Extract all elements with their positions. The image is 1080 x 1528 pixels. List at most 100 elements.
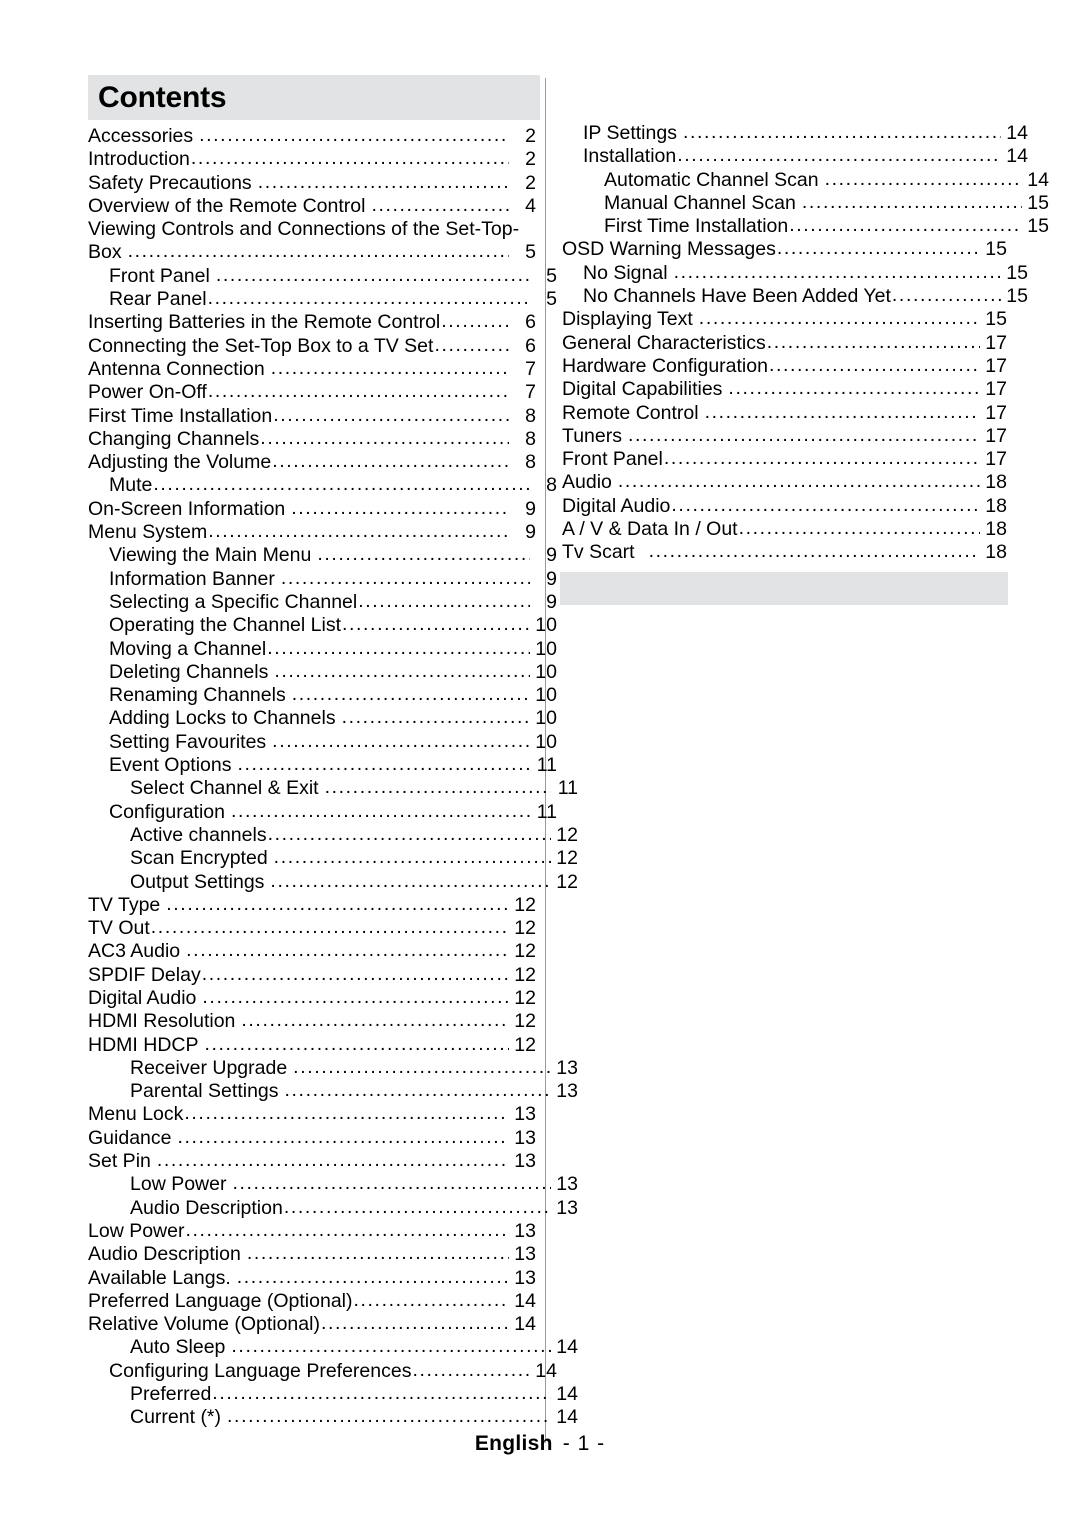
toc-entry[interactable]: Active channels.........................… — [88, 823, 578, 847]
toc-entry[interactable]: Digital Capabilities....................… — [562, 377, 1007, 401]
toc-leader-dots: ........................................… — [284, 1079, 551, 1102]
toc-leader-dots: ........................................… — [324, 776, 551, 799]
toc-entry[interactable]: Safety Precautions......................… — [88, 170, 536, 195]
contents-heading-band: Contents — [88, 75, 540, 120]
toc-entry[interactable]: A / V & Data In / Out...................… — [562, 517, 1007, 541]
toc-entry[interactable]: Audio...................................… — [562, 470, 1007, 494]
toc-entry[interactable]: Audio Description.......................… — [88, 1242, 536, 1266]
toc-entry[interactable]: Configuration...........................… — [88, 800, 557, 824]
toc-entry[interactable]: Overview of the Remote Control..........… — [88, 194, 536, 218]
toc-entry[interactable]: No Signal...............................… — [562, 261, 1028, 285]
toc-entry[interactable]: SPDIF Delay.............................… — [88, 963, 536, 987]
toc-entry[interactable]: Receiver Upgrade........................… — [88, 1056, 578, 1080]
toc-entry[interactable]: AC3 Audio...............................… — [88, 939, 536, 963]
toc-entry-page-number: 5 — [546, 288, 557, 311]
toc-entry[interactable]: Digital Audio...........................… — [88, 985, 536, 1010]
toc-leader-dots: ........................................… — [184, 1102, 509, 1125]
toc-entry[interactable]: Hardware Configuration..................… — [562, 354, 1007, 378]
toc-leader-dots: ........................................… — [212, 1382, 551, 1405]
toc-entry[interactable]: Event Options...........................… — [88, 753, 557, 777]
toc-entry[interactable]: Adjusting the Volume....................… — [88, 450, 536, 474]
toc-left-column: Accessories.............................… — [88, 124, 578, 1430]
toc-entry[interactable]: Configuring Language Preferences........… — [88, 1359, 557, 1383]
toc-entry[interactable]: Inserting Batteries in the Remote Contro… — [88, 310, 536, 334]
toc-leader-dots: ........................................… — [270, 869, 551, 892]
toc-entry[interactable]: Setting Favourites......................… — [88, 730, 557, 754]
toc-entry-title: Displaying Text — [562, 308, 693, 331]
toc-entry[interactable]: HDMI HDCP...............................… — [88, 1033, 536, 1057]
toc-leader-dots: ........................................… — [441, 310, 509, 333]
toc-entry[interactable]: TV Out..................................… — [88, 916, 536, 940]
toc-entry[interactable]: Changing Channels.......................… — [88, 427, 536, 451]
toc-entry[interactable]: Tuners..................................… — [562, 424, 1007, 448]
toc-entry[interactable]: No Channels Have Been Added Yet.........… — [562, 284, 1028, 308]
toc-entry-page-number: 14 — [1006, 122, 1028, 144]
toc-entry[interactable]: IP Settings.............................… — [562, 121, 1028, 145]
toc-entry[interactable]: On-Screen Information...................… — [88, 496, 536, 521]
toc-entry[interactable]: TV Type.................................… — [88, 893, 536, 917]
toc-entry[interactable]: Deleting Channels.......................… — [88, 660, 557, 684]
toc-entry[interactable]: Accessories.............................… — [88, 124, 536, 148]
toc-entry[interactable]: Rear Panel..............................… — [88, 287, 557, 311]
toc-entry[interactable]: Selecting a Specific Channel............… — [88, 590, 557, 614]
toc-entry[interactable]: Manual Channel Scan.....................… — [562, 191, 1049, 215]
toc-entry[interactable]: Power On-Off............................… — [88, 380, 536, 404]
toc-leader-dots: ........................................… — [291, 683, 530, 706]
toc-entry-title: Introduction — [88, 148, 190, 171]
toc-entry-page-number: 15 — [1027, 191, 1049, 214]
toc-entry[interactable]: Auto Sleep..............................… — [88, 1335, 578, 1359]
toc-entry[interactable]: Available Langs.........................… — [88, 1266, 536, 1290]
toc-entry[interactable]: General Characteristics.................… — [562, 331, 1007, 355]
toc-entry[interactable]: Relative Volume (Optional)..............… — [88, 1312, 536, 1336]
toc-entry[interactable]: First Time Installation.................… — [562, 214, 1049, 238]
toc-entry[interactable]: Current (*).............................… — [88, 1405, 578, 1429]
toc-entry[interactable]: Viewing the Main Menu...................… — [88, 543, 557, 567]
toc-entry[interactable]: Connecting the Set-Top Box to a TV Set..… — [88, 334, 536, 358]
toc-entry[interactable]: Remote Control..........................… — [562, 401, 1007, 425]
toc-entry[interactable]: Low Power...............................… — [88, 1172, 578, 1196]
toc-entry[interactable]: Displaying Text.........................… — [562, 307, 1007, 331]
toc-leader-dots: ........................................… — [257, 170, 509, 193]
toc-entry[interactable]: Guidance................................… — [88, 1126, 536, 1150]
toc-entry[interactable]: Mute....................................… — [88, 473, 557, 497]
toc-entry-page-number: 12 — [514, 963, 536, 986]
toc-leader-dots: ........................................… — [202, 985, 509, 1008]
toc-entry[interactable]: Preferred...............................… — [88, 1382, 578, 1406]
toc-entry[interactable]: Introduction............................… — [88, 147, 536, 171]
toc-entry[interactable]: OSD Warning Messages....................… — [562, 237, 1007, 261]
toc-entry-page-number: 13 — [514, 1126, 536, 1149]
toc-entry[interactable]: Moving a Channel........................… — [88, 637, 557, 661]
toc-entry[interactable]: Preferred Language (Optional)...........… — [88, 1289, 536, 1313]
toc-entry[interactable]: Adding Locks to Channels................… — [88, 706, 557, 730]
toc-entry[interactable]: Box.....................................… — [88, 240, 536, 264]
toc-leader-dots: ........................................… — [270, 356, 509, 379]
toc-entry[interactable]: Automatic Channel Scan..................… — [562, 168, 1049, 192]
toc-entry[interactable]: Operating the Channel List..............… — [88, 613, 557, 637]
toc-entry[interactable]: Digital Audio...........................… — [562, 494, 1007, 518]
toc-entry[interactable]: Parental Settings.......................… — [88, 1079, 578, 1103]
toc-leader-dots: ........................................… — [156, 1149, 509, 1172]
toc-entry[interactable]: Front Panel.............................… — [88, 264, 557, 288]
toc-entry[interactable]: Renaming Channels.......................… — [88, 683, 557, 707]
toc-entry[interactable]: Set Pin.................................… — [88, 1149, 536, 1173]
toc-entry[interactable]: Low Power...............................… — [88, 1219, 536, 1243]
toc-leader-dots: ........................................… — [127, 240, 509, 263]
toc-leader-dots: ........................................… — [186, 939, 509, 962]
toc-entry[interactable]: HDMI Resolution.........................… — [88, 1009, 536, 1033]
toc-entry[interactable]: Audio Description.......................… — [88, 1196, 578, 1220]
toc-entry[interactable]: Information Banner......................… — [88, 567, 557, 591]
toc-entry[interactable]: Menu System.............................… — [88, 520, 536, 544]
toc-entry[interactable]: Front Panel.............................… — [562, 447, 1007, 471]
toc-entry[interactable]: Viewing Controls and Connections of the … — [88, 218, 536, 241]
toc-entry[interactable]: Select Channel & Exit...................… — [88, 776, 578, 800]
toc-entry[interactable]: First Time Installation.................… — [88, 404, 536, 428]
toc-entry[interactable]: Tv Scart................................… — [562, 540, 1007, 564]
toc-entry[interactable]: Scan Encrypted..........................… — [88, 846, 578, 870]
toc-entry[interactable]: Menu Lock...............................… — [88, 1102, 536, 1126]
toc-entry[interactable]: Installation............................… — [562, 144, 1028, 168]
toc-entry[interactable]: Antenna Connection......................… — [88, 356, 536, 381]
toc-leader-dots: ........................................… — [291, 496, 509, 519]
toc-entry-page-number: 14 — [556, 1336, 578, 1359]
toc-entry[interactable]: Output Settings.........................… — [88, 869, 578, 894]
toc-entry-page-number: 5 — [525, 241, 536, 264]
